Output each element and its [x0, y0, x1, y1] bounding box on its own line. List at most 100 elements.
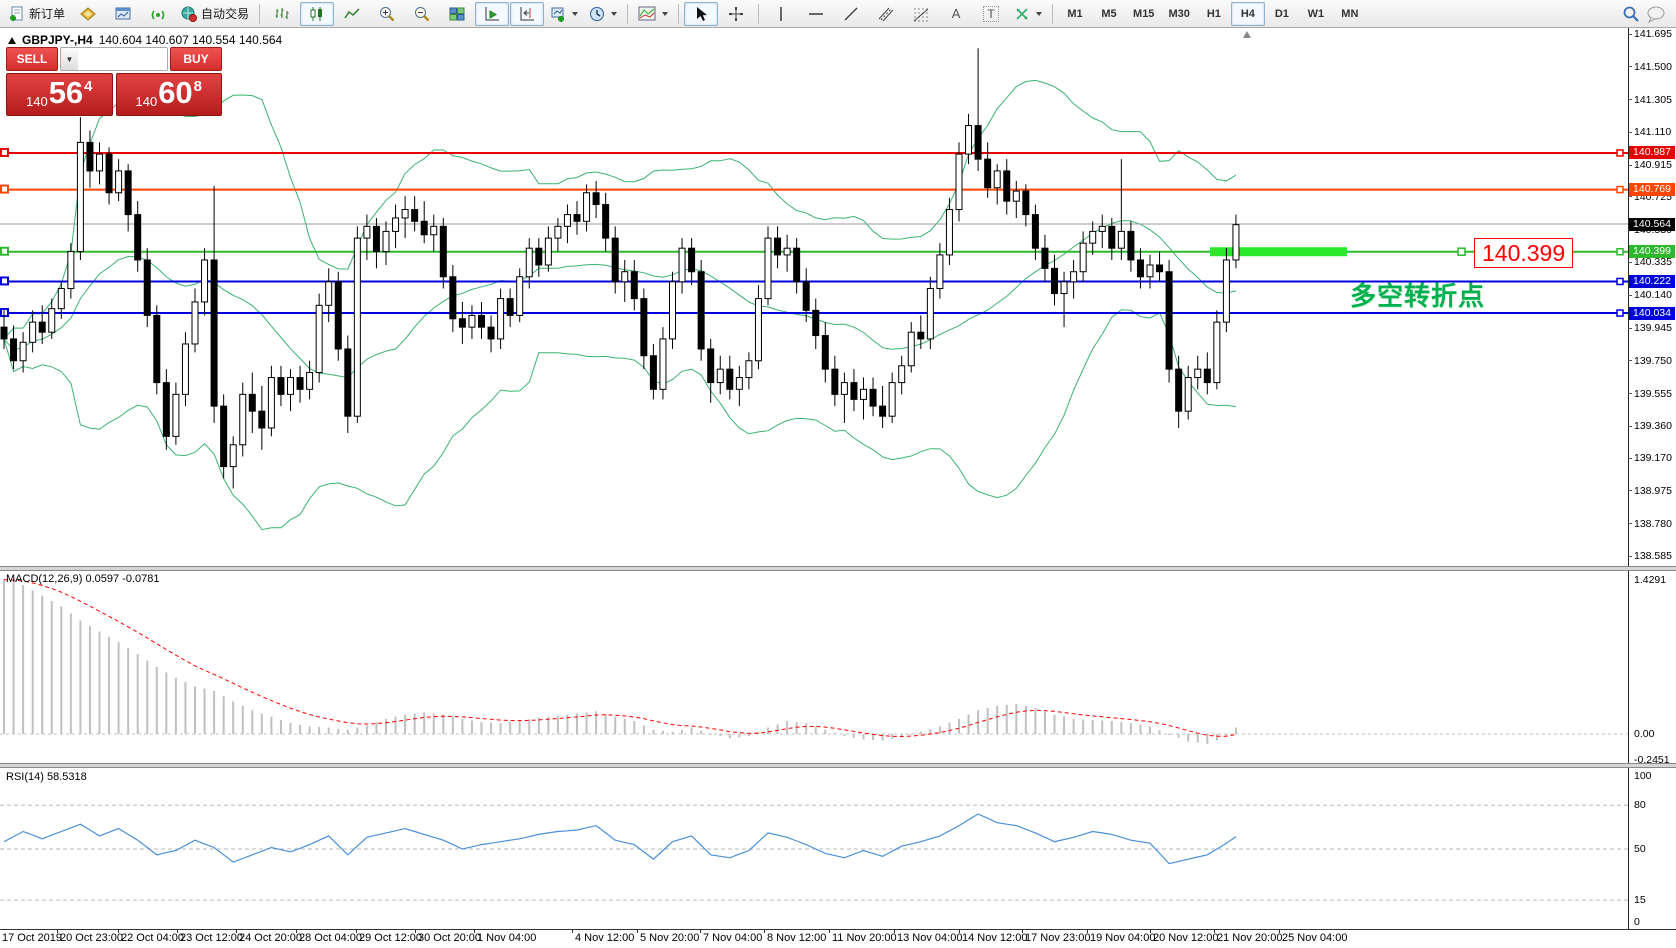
tile-windows-button[interactable]: [440, 2, 474, 26]
profiles-button[interactable]: [71, 2, 105, 26]
text-button[interactable]: A: [939, 2, 973, 26]
volume-decrease-button[interactable]: ▼: [61, 48, 78, 70]
candlestick-chart-button[interactable]: [300, 2, 334, 26]
candle-body: [288, 378, 294, 395]
candle-body: [97, 154, 103, 171]
new-chart-dropdown[interactable]: [545, 2, 583, 26]
candle-body: [1223, 260, 1229, 322]
timeframe-button-H1[interactable]: H1: [1197, 2, 1231, 26]
macd-splitter[interactable]: [0, 566, 1676, 571]
market-window-button[interactable]: [106, 2, 140, 26]
sell-price-display[interactable]: 140 56 4: [6, 73, 113, 116]
candle-body: [698, 272, 704, 349]
candle-body: [1023, 191, 1029, 215]
sell-price-prefix: 140: [26, 94, 48, 109]
auto-trading-label: 自动交易: [201, 5, 249, 22]
cursor-icon: [694, 6, 708, 22]
horizontal-line-button[interactable]: [799, 2, 833, 26]
line-chart-button[interactable]: [335, 2, 369, 26]
candle-body: [822, 336, 828, 370]
timeframe-button-H4[interactable]: H4: [1231, 2, 1265, 26]
annotation-anchor: [1458, 248, 1465, 255]
candle-body: [316, 305, 322, 372]
candle-body: [1109, 226, 1115, 248]
main-toolbar: 新订单: [0, 0, 1676, 28]
candle-body: [574, 215, 580, 222]
crosshair-icon: [728, 6, 744, 22]
candle-body: [479, 315, 485, 327]
chat-icon[interactable]: [1646, 5, 1666, 23]
vertical-line-icon: [775, 6, 787, 22]
zoom-in-button[interactable]: [370, 2, 404, 26]
buy-button[interactable]: BUY: [170, 47, 222, 71]
volume-input[interactable]: [78, 48, 168, 70]
candle-body: [240, 394, 246, 444]
time-axis-label: 19 Nov 04:00: [1090, 932, 1155, 944]
candle-body: [889, 383, 895, 417]
time-tick-mark: [415, 929, 416, 933]
candle-body: [1, 327, 7, 339]
candle-body: [717, 369, 723, 382]
search-icon[interactable]: [1622, 5, 1640, 23]
zoom-out-button[interactable]: [405, 2, 439, 26]
macd-histogram-bar: [1159, 730, 1161, 734]
channel-button[interactable]: [869, 2, 903, 26]
timeframe-button-M5[interactable]: M5: [1092, 2, 1126, 26]
fibonacci-button[interactable]: [904, 2, 938, 26]
periods-dropdown[interactable]: [584, 2, 622, 26]
candle-body: [459, 319, 465, 327]
buy-price-prefix: 140: [135, 94, 157, 109]
price-tick-mark: [1628, 34, 1632, 35]
candle-body: [794, 248, 800, 282]
signals-button[interactable]: [141, 2, 175, 26]
timeframe-button-M30[interactable]: M30: [1161, 2, 1196, 26]
timeframe-button-M15[interactable]: M15: [1126, 2, 1161, 26]
macd-histogram-bar: [490, 723, 492, 734]
timeframe-button-D1[interactable]: D1: [1265, 2, 1299, 26]
candle-body: [11, 339, 17, 361]
macd-histogram-bar: [194, 686, 196, 734]
price-line-tag[interactable]: 140.222: [1629, 275, 1675, 288]
candle-body: [536, 248, 542, 265]
new-order-icon: [9, 6, 25, 22]
macd-scale-label: 0.00: [1634, 728, 1654, 740]
time-axis-label: 14 Nov 12:00: [962, 932, 1027, 944]
text-label-button[interactable]: T: [974, 2, 1008, 26]
trendline-button[interactable]: [834, 2, 868, 26]
price-level-label[interactable]: 140.399: [1474, 238, 1573, 268]
timeframe-button-MN[interactable]: MN: [1333, 2, 1367, 26]
candle-body: [440, 226, 446, 276]
buy-price-display[interactable]: 140 60 8: [116, 73, 223, 116]
macd-histogram-bar: [1044, 711, 1046, 734]
candle-body: [765, 238, 771, 298]
chart-shift-button[interactable]: [510, 2, 544, 26]
chart-window-icon: [115, 6, 132, 22]
sell-button[interactable]: SELL: [6, 47, 58, 71]
bollinger-band-line: [4, 80, 1236, 339]
vertical-line-button[interactable]: [764, 2, 798, 26]
price-line-tag[interactable]: 140.769: [1629, 183, 1675, 196]
chart-canvas[interactable]: [0, 28, 1676, 948]
rsi-splitter[interactable]: [0, 763, 1676, 768]
macd-histogram-bar: [672, 732, 674, 734]
rsi-scale-label: 0: [1634, 916, 1640, 928]
timeframe-button-W1[interactable]: W1: [1299, 2, 1333, 26]
auto-scroll-button[interactable]: [475, 2, 509, 26]
new-order-button[interactable]: 新订单: [4, 2, 70, 26]
pivot-annotation-text[interactable]: 多空转折点: [1350, 276, 1485, 313]
time-axis-label: 23 Oct 12:00: [180, 932, 243, 944]
crosshair-button[interactable]: [719, 2, 753, 26]
candle-body: [564, 215, 570, 227]
price-line-tag[interactable]: 140.987: [1629, 146, 1675, 159]
shapes-dropdown[interactable]: [1009, 2, 1047, 26]
macd-histogram-bar: [500, 723, 502, 734]
cursor-button[interactable]: [684, 2, 718, 26]
price-tick-mark: [1628, 165, 1632, 166]
auto-trading-button[interactable]: 自动交易: [176, 2, 254, 26]
price-line-tag[interactable]: 140.034: [1629, 307, 1675, 320]
indicators-dropdown[interactable]: [633, 2, 673, 26]
macd-histogram-bar: [777, 724, 779, 734]
timeframe-button-M1[interactable]: M1: [1058, 2, 1092, 26]
price-line-tag[interactable]: 140.399: [1629, 245, 1675, 258]
bar-chart-button[interactable]: [265, 2, 299, 26]
